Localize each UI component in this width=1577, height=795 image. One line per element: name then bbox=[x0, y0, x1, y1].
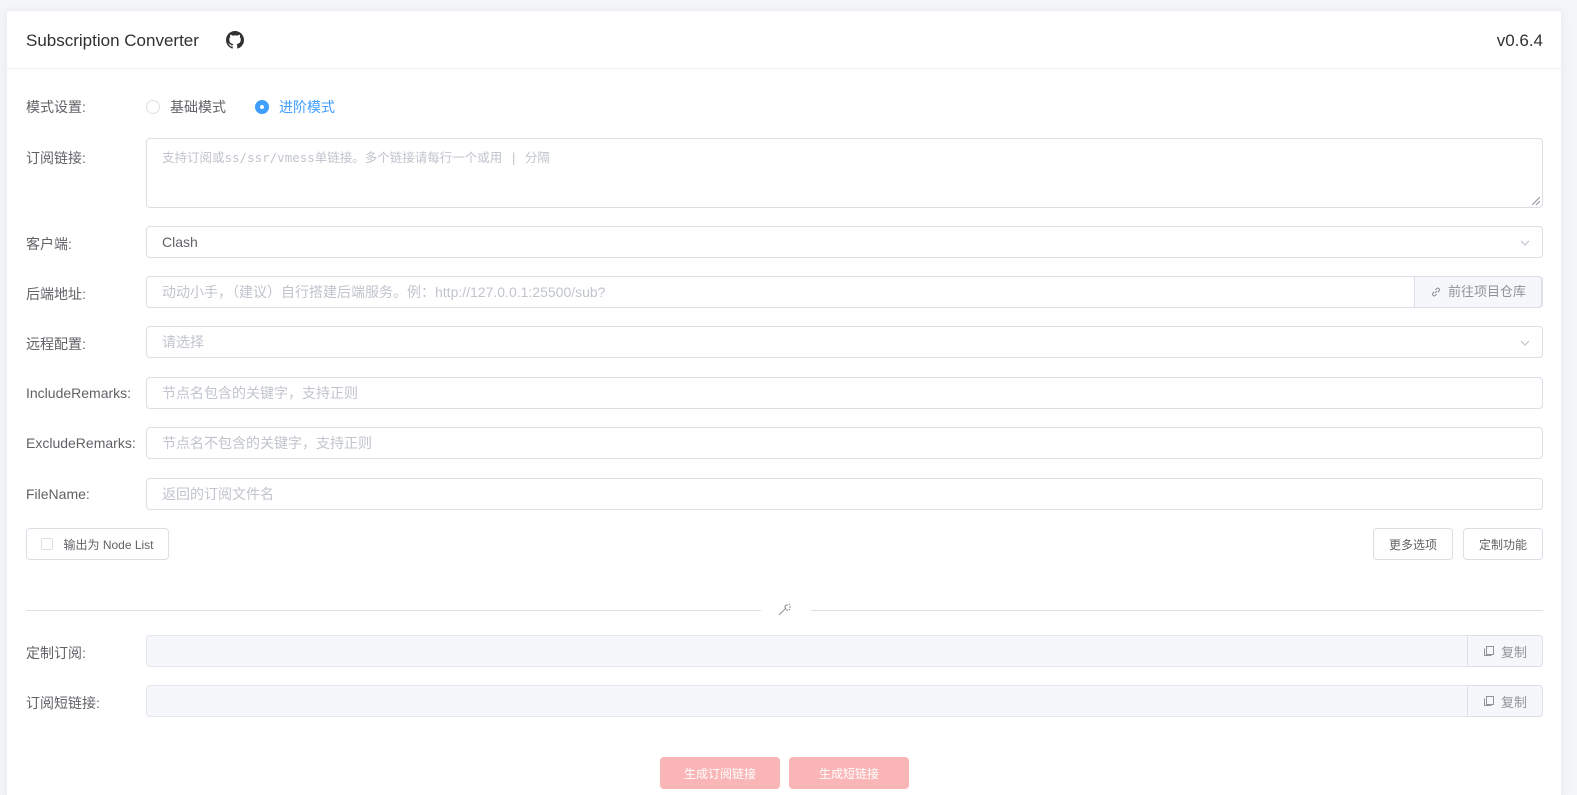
more-options-button[interactable]: 更多选项 bbox=[1373, 528, 1453, 560]
backend-label: 后端地址: bbox=[26, 286, 86, 302]
backend-input[interactable]: 动动小手，（建议）自行搭建后端服务。例：http://127.0.0.1:255… bbox=[146, 276, 1543, 308]
divider-line-right bbox=[811, 610, 1543, 611]
remote-config-label: 远程配置: bbox=[26, 336, 86, 352]
subscription-textarea[interactable]: 支持订阅或ss/ssr/vmess单链接。多个链接请每行一个或用 | 分隔 bbox=[146, 138, 1543, 208]
resize-handle-icon[interactable] bbox=[1532, 197, 1540, 205]
include-label: IncludeRemarks: bbox=[26, 385, 132, 401]
custom-sub-row: 定制订阅: 复制 bbox=[26, 635, 1543, 667]
exclude-placeholder: 节点名不包含的关键字，支持正则 bbox=[162, 435, 372, 451]
link-icon bbox=[1432, 287, 1440, 297]
filename-placeholder: 返回的订阅文件名 bbox=[162, 486, 274, 502]
filename-label: FileName: bbox=[26, 486, 90, 502]
exclude-row: ExcludeRemarks: 节点名不包含的关键字，支持正则 bbox=[26, 427, 1543, 459]
backend-placeholder: 动动小手，（建议）自行搭建后端服务。例：http://127.0.0.1:255… bbox=[162, 284, 606, 300]
filename-input[interactable]: 返回的订阅文件名 bbox=[146, 478, 1543, 510]
subscription-row: 订阅链接: 支持订阅或ss/ssr/vmess单链接。多个链接请每行一个或用 |… bbox=[26, 138, 1543, 208]
short-link-input[interactable]: 复制 bbox=[146, 685, 1543, 717]
filename-row: FileName: 返回的订阅文件名 bbox=[26, 478, 1543, 510]
radio-advanced-mode[interactable]: 进阶模式 bbox=[255, 97, 335, 117]
copy-label: 复制 bbox=[1500, 644, 1527, 660]
generate-sub-button[interactable]: 生成订阅链接 bbox=[660, 757, 780, 789]
copy-custom-sub-button[interactable]: 复制 bbox=[1466, 635, 1543, 667]
magic-icon bbox=[778, 603, 791, 616]
custom-sub-input[interactable]: 复制 bbox=[146, 635, 1543, 667]
repo-button-label: 前往项目仓库 bbox=[1447, 284, 1526, 299]
copy-label: 复制 bbox=[1500, 694, 1527, 710]
converter-card: Subscription Converter v0.6.4 模式设置: 基础模式… bbox=[6, 10, 1562, 795]
radio-basic-icon bbox=[146, 100, 160, 114]
app-title: Subscription Converter bbox=[26, 31, 199, 50]
remote-config-placeholder: 请选择 bbox=[162, 334, 204, 350]
chevron-down-icon bbox=[1520, 340, 1530, 346]
remote-config-row: 远程配置: 请选择 bbox=[26, 326, 1543, 358]
include-input[interactable]: 节点名包含的关键字，支持正则 bbox=[146, 377, 1543, 409]
repo-button[interactable]: 前往项目仓库 bbox=[1413, 277, 1542, 307]
include-row: IncludeRemarks: 节点名包含的关键字，支持正则 bbox=[26, 377, 1543, 409]
client-row: 客户端: Clash bbox=[26, 226, 1543, 258]
generate-short-button[interactable]: 生成短链接 bbox=[789, 757, 909, 789]
custom-features-button[interactable]: 定制功能 bbox=[1463, 528, 1543, 560]
radio-advanced-label: 进阶模式 bbox=[279, 99, 335, 115]
node-list-label: 输出为 Node List bbox=[63, 537, 154, 552]
card-header: Subscription Converter v0.6.4 bbox=[7, 11, 1561, 69]
divider-line-left bbox=[26, 610, 761, 611]
copy-icon bbox=[1483, 646, 1494, 656]
checkbox-icon bbox=[41, 538, 54, 550]
subscription-label: 订阅链接: bbox=[26, 150, 86, 166]
copy-icon bbox=[1483, 696, 1494, 706]
backend-row: 后端地址: 动动小手，（建议）自行搭建后端服务。例：http://127.0.0… bbox=[26, 276, 1543, 308]
divider bbox=[26, 603, 1543, 616]
node-list-checkbox[interactable]: 输出为 Node List bbox=[26, 528, 169, 560]
radio-basic-label: 基础模式 bbox=[170, 99, 226, 115]
include-placeholder: 节点名包含的关键字，支持正则 bbox=[162, 385, 358, 401]
custom-sub-label: 定制订阅: bbox=[26, 645, 86, 661]
exclude-input[interactable]: 节点名不包含的关键字，支持正则 bbox=[146, 427, 1543, 459]
subscription-placeholder: 支持订阅或ss/ssr/vmess单链接。多个链接请每行一个或用 | 分隔 bbox=[162, 150, 550, 165]
mode-label: 模式设置: bbox=[26, 99, 86, 115]
version-label: v0.6.4 bbox=[1496, 31, 1543, 50]
mode-row: 模式设置: 基础模式 进阶模式 bbox=[26, 95, 1543, 115]
client-select[interactable]: Clash bbox=[146, 226, 1543, 258]
radio-advanced-icon bbox=[255, 100, 269, 114]
copy-short-link-button[interactable]: 复制 bbox=[1466, 685, 1543, 717]
client-value: Clash bbox=[162, 234, 198, 250]
remote-config-select[interactable]: 请选择 bbox=[146, 326, 1543, 358]
client-label: 客户端: bbox=[26, 236, 72, 252]
exclude-label: ExcludeRemarks: bbox=[26, 435, 136, 451]
github-icon[interactable] bbox=[226, 31, 244, 49]
short-link-row: 订阅短链接: 复制 bbox=[26, 685, 1543, 717]
radio-basic-mode[interactable]: 基础模式 bbox=[146, 97, 226, 117]
chevron-down-icon bbox=[1520, 240, 1530, 246]
short-link-label: 订阅短链接: bbox=[26, 695, 100, 711]
